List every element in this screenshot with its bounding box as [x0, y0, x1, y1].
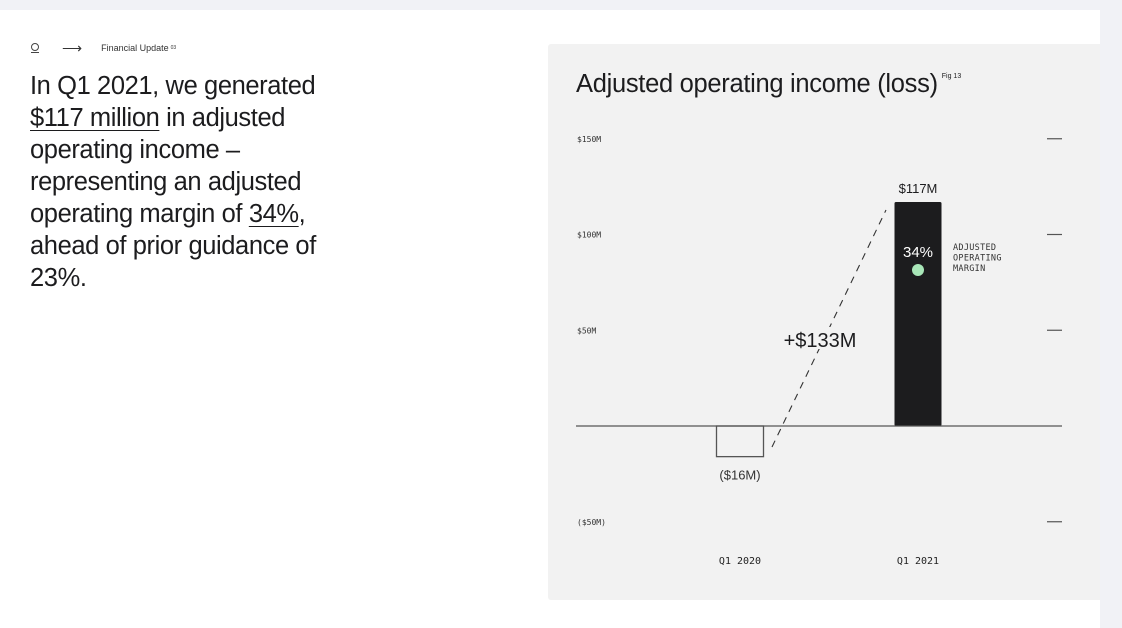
headline-part: In Q1 2021, we generated	[30, 72, 316, 100]
y-tick-label: $50M	[577, 326, 596, 335]
bar-q1-2021	[894, 201, 942, 426]
bar-value-label: ($16M)	[719, 468, 760, 483]
margin-dot-icon	[912, 264, 924, 276]
y-tick-label: $100M	[577, 231, 601, 240]
change-label: +$133M	[784, 330, 857, 352]
x-tick-label: Q1 2021	[897, 556, 939, 567]
chart-svg: $150M $100M $50M ($50M) ($16M) Q1 2020 $117M Q1…	[576, 135, 1062, 567]
bar-value-label: $117M	[899, 181, 938, 196]
margin-value: 34%	[903, 244, 933, 261]
bar-q1-2020	[715, 425, 765, 458]
margin-label-line: MARGIN	[953, 264, 986, 274]
margin-label-line: OPERATING	[953, 254, 1002, 264]
y-tick-label: ($50M)	[577, 518, 606, 527]
margin-label-line: ADJUSTED	[953, 243, 996, 253]
section-title: Financial Update	[101, 43, 169, 53]
headline: In Q1 2021, we generated $117 million in…	[30, 70, 370, 294]
x-tick-label: Q1 2020	[719, 556, 761, 567]
section-number: 03	[170, 45, 177, 51]
brand-mark-icon	[30, 42, 40, 54]
long-arrow-right-icon: ⟶	[62, 39, 82, 56]
y-tick-label: $150M	[577, 135, 601, 144]
chart-panel: Adjusted operating income (loss) Fig 13 $…	[548, 44, 1100, 600]
section-eyebrow: ⟶ Financial Update 03	[30, 40, 176, 56]
headline-margin-highlight: 34%	[248, 200, 299, 228]
headline-income-highlight: $117 million	[30, 104, 160, 132]
